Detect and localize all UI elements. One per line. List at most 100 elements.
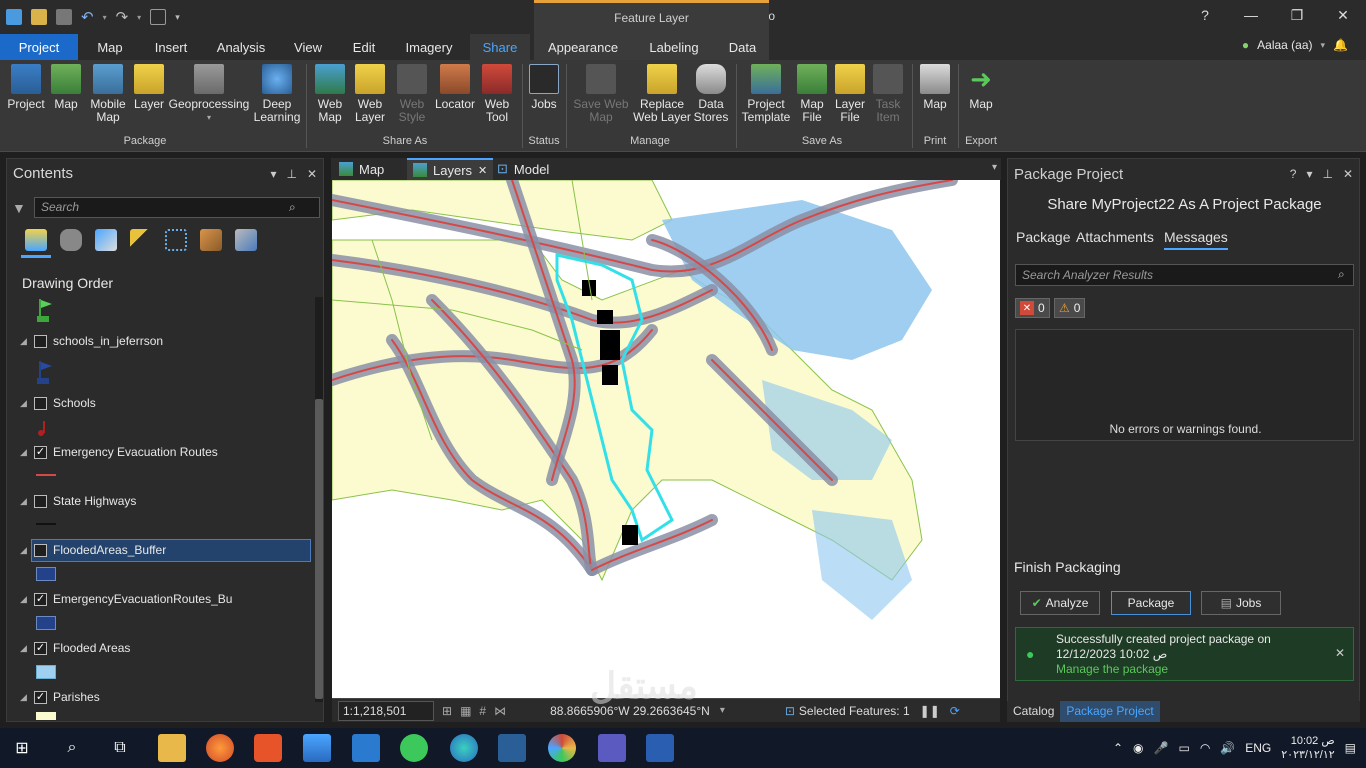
tab-view[interactable]: View: [284, 34, 332, 60]
expand-icon[interactable]: ◢: [20, 594, 28, 605]
tab-catalog[interactable]: Catalog: [1007, 701, 1060, 722]
notification-bell-icon[interactable]: 🔔: [1333, 38, 1348, 52]
export-map-button[interactable]: ➜ Map: [964, 64, 998, 111]
analyze-button[interactable]: ✔ Analyze: [1020, 591, 1100, 615]
jobs-button[interactable]: ▤ Jobs: [1201, 591, 1281, 615]
layer-item[interactable]: ◢ Schools: [20, 392, 96, 414]
search-analyzer-input[interactable]: Search Analyzer Results: [1015, 264, 1354, 286]
search-icon[interactable]: ⌕: [289, 200, 296, 215]
clock[interactable]: 10:02 ص ٢٠٢٣/١٢/١٢: [1281, 734, 1334, 762]
expand-icon[interactable]: ◢: [20, 545, 28, 556]
tab-insert[interactable]: Insert: [144, 34, 198, 60]
locator-button[interactable]: Locator: [432, 64, 478, 111]
search-icon[interactable]: ⌕: [58, 734, 86, 762]
layer-item[interactable]: ◢ ✓ Parishes: [20, 686, 100, 708]
snapping-icon[interactable]: ⋈: [494, 704, 506, 718]
tab-share[interactable]: Share: [470, 34, 530, 60]
visibility-checkbox[interactable]: [34, 494, 47, 508]
close-icon[interactable]: ✕: [307, 167, 317, 181]
expand-icon[interactable]: ◢: [20, 336, 28, 347]
pause-drawing-icon[interactable]: ❚❚: [920, 704, 940, 718]
layer-item[interactable]: ◢ ✓ Emergency Evacuation Routes: [20, 441, 218, 463]
start-button[interactable]: ⊞: [8, 734, 36, 762]
layer-item[interactable]: ◢ FloodedAreas_Buffer: [20, 539, 166, 561]
share-project-package-button[interactable]: Project: [6, 64, 46, 111]
tab-package-project[interactable]: Package Project: [1060, 701, 1160, 722]
package-button[interactable]: Package: [1111, 591, 1191, 615]
view-menu-icon[interactable]: [150, 9, 167, 25]
visibility-checkbox[interactable]: [34, 543, 47, 557]
tab-imagery[interactable]: Imagery: [396, 34, 462, 60]
list-by-drawing-order-icon[interactable]: [25, 229, 47, 251]
list-by-snapping-icon[interactable]: [165, 229, 187, 251]
tab-model-view[interactable]: ⊡ Model: [491, 158, 555, 180]
save-icon[interactable]: [56, 9, 72, 25]
volume-icon[interactable]: 🔊: [1220, 741, 1235, 755]
tab-labeling[interactable]: Labeling: [632, 34, 716, 60]
tab-project[interactable]: Project: [0, 34, 78, 60]
camera-icon[interactable]: ◉: [1133, 741, 1143, 755]
close-tab-icon[interactable]: ✕: [478, 164, 487, 177]
expand-icon[interactable]: ◢: [20, 447, 28, 458]
show-hidden-icons-icon[interactable]: ⌃: [1113, 741, 1123, 755]
expand-icon[interactable]: ◢: [20, 643, 28, 654]
data-stores-button[interactable]: Data Stores: [692, 64, 730, 124]
tab-attachments[interactable]: Attachments: [1076, 229, 1154, 245]
web-map-button[interactable]: Web Map: [312, 64, 348, 124]
notification-center-icon[interactable]: ▤: [1345, 741, 1356, 755]
deep-learning-button[interactable]: Deep Learning: [254, 64, 300, 124]
visibility-checkbox[interactable]: ✓: [34, 592, 47, 606]
undo-dropdown-icon[interactable]: ▾: [103, 13, 107, 22]
jobs-button[interactable]: Jobs: [528, 64, 560, 111]
layer-file-button[interactable]: Layer File: [832, 64, 868, 124]
layer-item[interactable]: ◢ schools_in_jeferrson: [20, 330, 163, 352]
chrome-icon[interactable]: [548, 734, 576, 762]
print-map-button[interactable]: Map: [918, 64, 952, 111]
mobile-map-button[interactable]: Mobile Map: [86, 64, 130, 124]
word-icon[interactable]: [646, 734, 674, 762]
expand-icon[interactable]: ◢: [20, 496, 28, 507]
user-name[interactable]: Aalaa (aa): [1257, 38, 1312, 52]
fixed-zoom-icon[interactable]: ▦: [460, 704, 471, 718]
tab-analysis[interactable]: Analysis: [208, 34, 274, 60]
errors-filter-button[interactable]: ✕ 0: [1015, 298, 1050, 318]
user-dropdown-icon[interactable]: ▾: [1321, 40, 1326, 51]
battery-icon[interactable]: ▭: [1178, 741, 1189, 755]
map-file-button[interactable]: Map File: [794, 64, 830, 124]
tab-edit[interactable]: Edit: [342, 34, 386, 60]
list-by-labeling-icon[interactable]: [200, 229, 222, 251]
undo-icon[interactable]: ↶: [81, 8, 94, 26]
search-input[interactable]: Search: [34, 197, 320, 218]
search-icon[interactable]: ⌕: [1338, 267, 1345, 282]
tab-map-view[interactable]: Map: [333, 158, 390, 180]
layer-package-button[interactable]: Layer: [132, 64, 166, 111]
map-canvas[interactable]: [332, 180, 1000, 698]
dismiss-icon[interactable]: ✕: [1335, 646, 1345, 660]
scale-selector[interactable]: 1:1,218,501: [338, 700, 434, 721]
selected-features-count[interactable]: Selected Features: 1: [799, 704, 910, 718]
layer-item[interactable]: ◢ ✓ EmergencyEvacuationRoutes_Bu: [20, 588, 232, 610]
redo-icon[interactable]: ↷: [116, 8, 129, 26]
visibility-checkbox[interactable]: ✓: [34, 690, 47, 704]
tabs-dropdown-icon[interactable]: ▾: [992, 162, 997, 173]
language-indicator[interactable]: ENG: [1245, 741, 1271, 755]
web-tool-button[interactable]: Web Tool: [478, 64, 516, 124]
teams-icon[interactable]: [598, 734, 626, 762]
list-by-editing-icon[interactable]: [130, 229, 152, 251]
file-explorer-icon[interactable]: [158, 734, 186, 762]
microphone-icon[interactable]: 🎤: [1154, 741, 1169, 755]
coordinate-dropdown-icon[interactable]: ▾: [720, 705, 725, 716]
close-window-button[interactable]: ✕: [1320, 0, 1366, 30]
pane-options-icon[interactable]: ▾: [270, 167, 276, 181]
pin-icon[interactable]: ⊥: [286, 167, 296, 181]
manage-package-link[interactable]: Manage the package: [1056, 662, 1168, 676]
list-by-selection-icon[interactable]: [95, 229, 117, 251]
replace-web-layer-button[interactable]: Replace Web Layer: [632, 64, 692, 124]
pane-options-icon[interactable]: ▾: [1306, 167, 1312, 181]
mail-icon[interactable]: [352, 734, 380, 762]
project-template-button[interactable]: Project Template: [740, 64, 792, 124]
tab-package[interactable]: Package: [1016, 229, 1070, 245]
tab-data[interactable]: Data: [716, 34, 769, 60]
arcgis-pro-icon[interactable]: [498, 734, 526, 762]
customize-qat-icon[interactable]: ▾: [175, 12, 180, 23]
